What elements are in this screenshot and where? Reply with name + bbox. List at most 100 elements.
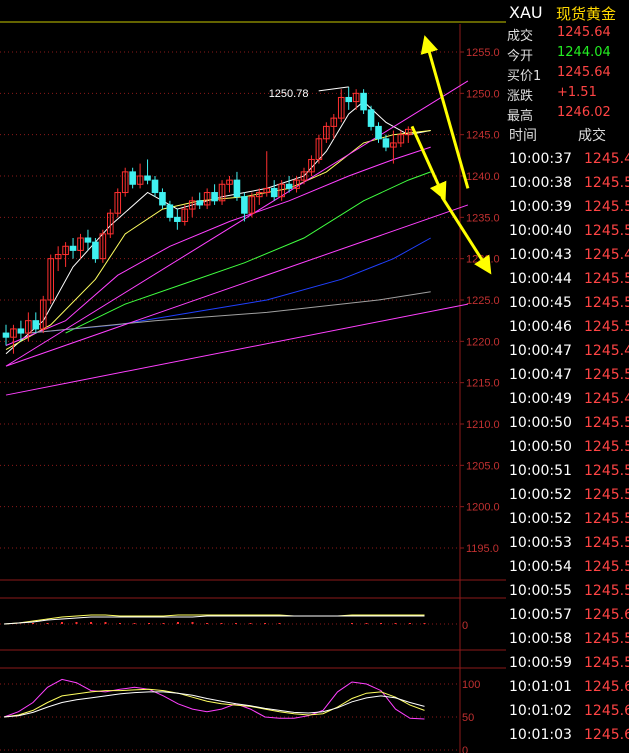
kdj-tick-label: 0 xyxy=(462,745,468,753)
chart-background xyxy=(0,0,506,753)
trade-row: 10:00:54 1245.5 xyxy=(506,557,629,581)
trade-time: 10:00:53 xyxy=(509,535,572,551)
macd-histogram-bar xyxy=(191,622,194,624)
trade-time: 10:00:45 xyxy=(509,295,572,311)
macd-histogram-bar xyxy=(206,623,208,624)
trade-price: 1245.5 xyxy=(584,559,629,575)
candle-body xyxy=(285,183,293,189)
candle-body xyxy=(69,245,77,251)
macd-histogram-bar xyxy=(148,623,150,624)
trade-time: 10:01:03 xyxy=(509,727,572,743)
trade-time: 10:00:46 xyxy=(509,319,572,335)
trade-price: 1245.6 xyxy=(584,727,629,743)
trade-time: 10:00:43 xyxy=(509,247,572,263)
candle-body xyxy=(17,328,25,334)
candle-body xyxy=(92,241,99,260)
trade-price: 1245.5 xyxy=(584,511,629,527)
trade-price: 1245.6 xyxy=(584,607,629,623)
candle-body xyxy=(241,196,248,214)
quote-row: 今开 1244.04 xyxy=(506,44,629,64)
macd-histogram-bar xyxy=(104,622,107,624)
macd-histogram-bar xyxy=(220,623,223,624)
trade-row: 10:00:55 1245.5 xyxy=(506,581,629,605)
trade-row: 10:00:44 1245.5 xyxy=(506,269,629,293)
macd-histogram-bar xyxy=(409,623,411,624)
quote-header: XAU 现货黄金 xyxy=(506,0,629,24)
candle-body xyxy=(151,179,159,194)
macd-histogram-bar xyxy=(264,623,266,624)
macd-histogram-bar xyxy=(119,623,121,624)
trade-time: 10:00:47 xyxy=(509,343,572,359)
trade-row: 10:00:51 1245.5 xyxy=(506,461,629,485)
trade-time: 10:00:57 xyxy=(509,607,572,623)
trade-time: 10:00:50 xyxy=(509,439,572,455)
trade-row: 10:00:57 1245.6 xyxy=(506,605,629,629)
macd-histogram-bar xyxy=(46,623,49,624)
macd-histogram-bar xyxy=(365,623,368,624)
quote-label: 涨跌 xyxy=(507,89,534,104)
trade-price: 1245.5 xyxy=(584,631,629,647)
candle-body xyxy=(345,96,352,103)
trade-time: 10:00:37 xyxy=(509,151,572,167)
trade-price: 1245.5 xyxy=(584,175,629,191)
kdj-tick-label: 50 xyxy=(462,712,474,724)
trade-time: 10:01:02 xyxy=(509,703,572,719)
candle-body xyxy=(196,200,203,206)
y-tick-label: 1200.0 xyxy=(466,502,500,514)
trade-price: 1245.4 xyxy=(584,343,629,359)
candle xyxy=(92,238,99,263)
trade-price: 1245.5 xyxy=(584,271,629,287)
quote-row: 涨跌 +1.51 xyxy=(506,84,629,104)
macd-histogram-bar xyxy=(235,623,237,624)
macd-histogram-bar xyxy=(32,623,34,624)
trade-row: 10:00:47 1245.4 xyxy=(506,341,629,365)
quote-value: +1.51 xyxy=(557,85,597,100)
trade-row: 10:00:58 1245.5 xyxy=(506,629,629,653)
candle-body xyxy=(211,192,218,202)
trade-time: 10:01:01 xyxy=(509,679,572,695)
trade-price: 1245.5 xyxy=(584,295,629,311)
trade-price: 1245.5 xyxy=(584,415,629,431)
trade-price: 1245.4 xyxy=(584,391,629,407)
candle-body xyxy=(84,237,92,243)
macd-histogram-bar xyxy=(162,623,165,624)
macd-histogram-bar xyxy=(177,622,179,624)
y-tick-label: 1250.0 xyxy=(466,88,500,100)
macd-histogram-bar xyxy=(423,623,426,624)
trade-price: 1245.5 xyxy=(584,535,629,551)
y-tick-label: 1255.0 xyxy=(466,47,500,59)
trade-time: 10:00:52 xyxy=(509,511,572,527)
y-tick-label: 1240.0 xyxy=(466,171,500,183)
quote-row: 买价1 1245.64 xyxy=(506,64,629,84)
trades-price-header: 成交 xyxy=(578,128,606,144)
trade-time: 10:00:44 xyxy=(509,271,572,287)
kdj-tick-label: 100 xyxy=(462,679,480,691)
quote-value: 1246.02 xyxy=(557,105,611,120)
macd-zero-label: 0 xyxy=(462,620,468,632)
trades-time-header: 时间 xyxy=(509,128,537,144)
trade-row: 10:00:49 1245.4 xyxy=(506,389,629,413)
candle-body xyxy=(360,92,367,111)
trade-row: 10:00:59 1245.5 xyxy=(506,653,629,677)
candle xyxy=(367,105,375,131)
candle xyxy=(360,89,367,114)
trade-row: 10:00:52 1245.5 xyxy=(506,509,629,533)
trade-price: 1245.5 xyxy=(584,199,629,215)
high-annotation: 1250.78 xyxy=(269,88,309,100)
instrument-name: 现货黄金 xyxy=(556,5,617,23)
macd-histogram-bar xyxy=(90,622,92,624)
macd-histogram-bar xyxy=(380,623,382,624)
quote-row: 成交 1245.64 xyxy=(506,24,629,44)
macd-histogram-bar xyxy=(351,623,353,624)
y-tick-label: 1215.0 xyxy=(466,378,500,390)
candle-body xyxy=(375,125,382,140)
macd-histogram-bar xyxy=(249,623,252,624)
price-chart[interactable]: 1255.01250.01245.01240.01235.01230.01225… xyxy=(0,0,506,753)
macd-histogram-bar xyxy=(61,622,63,624)
y-tick-label: 1195.0 xyxy=(466,543,499,555)
trade-price: 1245.4 xyxy=(584,247,629,263)
trade-price: 1245.5 xyxy=(584,439,629,455)
y-tick-label: 1235.0 xyxy=(466,212,500,224)
trade-time: 10:00:40 xyxy=(509,223,572,239)
trade-row: 10:00:50 1245.5 xyxy=(506,437,629,461)
